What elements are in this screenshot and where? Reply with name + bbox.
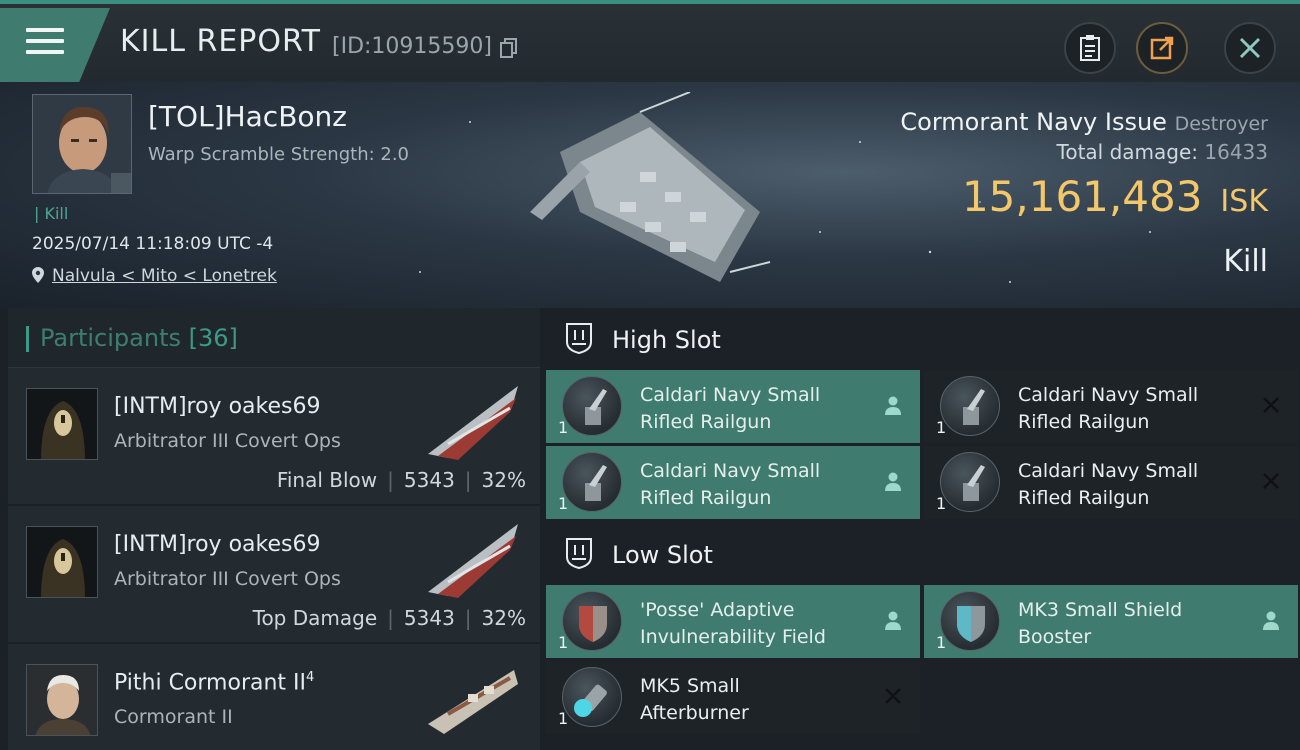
participant-ship-image bbox=[428, 524, 518, 598]
module-quantity: 1 bbox=[558, 709, 569, 728]
module-quantity: 1 bbox=[558, 633, 569, 652]
participant-name: [INTM]roy oakes69 bbox=[114, 532, 321, 557]
participant-ship: Cormorant II bbox=[114, 706, 233, 728]
warp-scramble-strength: Warp Scramble Strength: 2.0 bbox=[148, 144, 410, 165]
kill-timestamp: 2025/07/14 11:18:09 UTC -4 bbox=[32, 234, 274, 254]
participant-ship-image bbox=[428, 386, 518, 460]
close-button[interactable] bbox=[1224, 22, 1276, 74]
invulnerability-field-icon bbox=[562, 591, 622, 651]
copy-icon[interactable] bbox=[500, 38, 518, 58]
participant-name: [INTM]roy oakes69 bbox=[114, 394, 321, 419]
module-quantity: 1 bbox=[936, 418, 947, 437]
kill-location-link[interactable]: Nalvula < Mito < Lonetrek bbox=[32, 266, 277, 286]
module-item[interactable]: 1 Caldari Navy Small Rifled Railgun bbox=[546, 446, 920, 519]
railgun-icon bbox=[940, 452, 1000, 512]
railgun-icon bbox=[562, 376, 622, 436]
destroyed-x-icon bbox=[1263, 473, 1279, 489]
victim-ship-image bbox=[530, 92, 771, 282]
module-name: Caldari Navy Small Rifled Railgun bbox=[1018, 460, 1199, 509]
total-damage: Total damage: 16433 bbox=[1056, 140, 1268, 164]
low-slot-icon bbox=[566, 538, 592, 569]
victim-summary: [TOL]HacBonz Warp Scramble Strength: 2.0… bbox=[0, 82, 1300, 308]
high-slot-header: High Slot bbox=[546, 308, 1300, 370]
participant-avatar bbox=[26, 664, 98, 736]
module-name: MK3 Small Shield Booster bbox=[1018, 599, 1183, 648]
afterburner-icon bbox=[562, 667, 622, 727]
module-quantity: 1 bbox=[558, 494, 569, 513]
close-icon bbox=[1239, 37, 1261, 59]
empty-slot bbox=[924, 661, 1298, 734]
participant-avatar bbox=[26, 526, 98, 598]
module-item[interactable]: 1 MK5 Small Afterburner bbox=[546, 661, 920, 734]
kill-result: Kill bbox=[1223, 244, 1268, 279]
dropped-person-icon bbox=[1263, 611, 1279, 630]
header-accent-bar bbox=[26, 326, 29, 352]
module-item[interactable]: 1 MK3 Small Shield Booster bbox=[924, 585, 1298, 658]
participant-row[interactable]: [INTM]roy oakes69 Arbitrator III Covert … bbox=[8, 506, 540, 644]
clipboard-icon bbox=[1080, 35, 1100, 61]
participant-name: Pithi Cormorant II4 bbox=[114, 670, 315, 696]
participant-row[interactable]: Pithi Cormorant II4 Cormorant II bbox=[8, 644, 540, 750]
module-item[interactable]: 1 'Posse' Adaptive Invulnerability Field bbox=[546, 585, 920, 658]
module-name: 'Posse' Adaptive Invulnerability Field bbox=[640, 599, 826, 648]
victim-portrait[interactable] bbox=[32, 94, 132, 194]
participants-header[interactable]: Participants [36] bbox=[8, 308, 540, 368]
low-slot-title: Low Slot bbox=[612, 541, 713, 569]
destroyed-x-icon bbox=[1263, 397, 1279, 413]
isk-value: 15,161,483 ISK bbox=[961, 172, 1268, 221]
hamburger-icon bbox=[26, 28, 64, 58]
participant-avatar bbox=[26, 388, 98, 460]
module-quantity: 1 bbox=[558, 418, 569, 437]
module-quantity: 1 bbox=[936, 633, 947, 652]
participant-stats: Final Blow | 5343 | 32% bbox=[276, 468, 526, 492]
dropped-person-icon bbox=[885, 611, 901, 630]
menu-button[interactable] bbox=[0, 8, 110, 82]
dropped-person-icon bbox=[885, 396, 901, 415]
module-name: MK5 Small Afterburner bbox=[640, 675, 749, 724]
victim-name[interactable]: [TOL]HacBonz bbox=[148, 100, 347, 133]
participant-ship: Arbitrator III Covert Ops bbox=[114, 568, 341, 590]
participant-stats: Top Damage | 5343 | 32% bbox=[252, 606, 526, 630]
railgun-icon bbox=[940, 376, 1000, 436]
location-pin-icon bbox=[32, 267, 44, 283]
share-button[interactable] bbox=[1136, 22, 1188, 74]
victim-ship-name[interactable]: Cormorant Navy Issue Destroyer bbox=[900, 108, 1268, 136]
module-name: Caldari Navy Small Rifled Railgun bbox=[1018, 384, 1199, 433]
low-slot-modules: 1 'Posse' Adaptive Invulnerability Field … bbox=[546, 585, 1300, 734]
dropped-person-icon bbox=[885, 472, 901, 491]
module-quantity: 1 bbox=[936, 494, 947, 513]
kill-type-tag: | Kill bbox=[34, 204, 69, 223]
module-item[interactable]: 1 Caldari Navy Small Rifled Railgun bbox=[924, 370, 1298, 443]
shield-booster-icon bbox=[940, 591, 1000, 651]
module-item[interactable]: 1 Caldari Navy Small Rifled Railgun bbox=[924, 446, 1298, 519]
participant-row[interactable]: [INTM]roy oakes69 Arbitrator III Covert … bbox=[8, 368, 540, 506]
participant-ship: Arbitrator III Covert Ops bbox=[114, 430, 341, 452]
low-slot-header: Low Slot bbox=[546, 523, 1300, 585]
fitting-panel: High Slot 1 Caldari Navy Small Rifled Rai… bbox=[546, 308, 1300, 750]
participants-title: Participants [36] bbox=[40, 324, 238, 352]
page-title: KILL REPORT bbox=[120, 24, 321, 59]
high-slot-icon bbox=[566, 323, 592, 354]
module-name: Caldari Navy Small Rifled Railgun bbox=[640, 460, 821, 509]
high-slot-modules: 1 Caldari Navy Small Rifled Railgun 1 Cal… bbox=[546, 370, 1300, 519]
participant-ship-image bbox=[428, 670, 518, 734]
clipboard-button[interactable] bbox=[1064, 22, 1116, 74]
title-bar: KILL REPORT [ID:10915590] bbox=[0, 0, 1300, 82]
high-slot-title: High Slot bbox=[612, 326, 721, 354]
module-name: Caldari Navy Small Rifled Railgun bbox=[640, 384, 821, 433]
railgun-icon bbox=[562, 452, 622, 512]
module-item[interactable]: 1 Caldari Navy Small Rifled Railgun bbox=[546, 370, 920, 443]
participants-panel: Participants [36] [INTM]roy oakes69 Arbi… bbox=[8, 308, 540, 750]
report-id: [ID:10915590] bbox=[332, 34, 492, 59]
destroyed-x-icon bbox=[885, 688, 901, 704]
share-icon bbox=[1150, 36, 1174, 60]
portrait-badge bbox=[111, 173, 131, 193]
